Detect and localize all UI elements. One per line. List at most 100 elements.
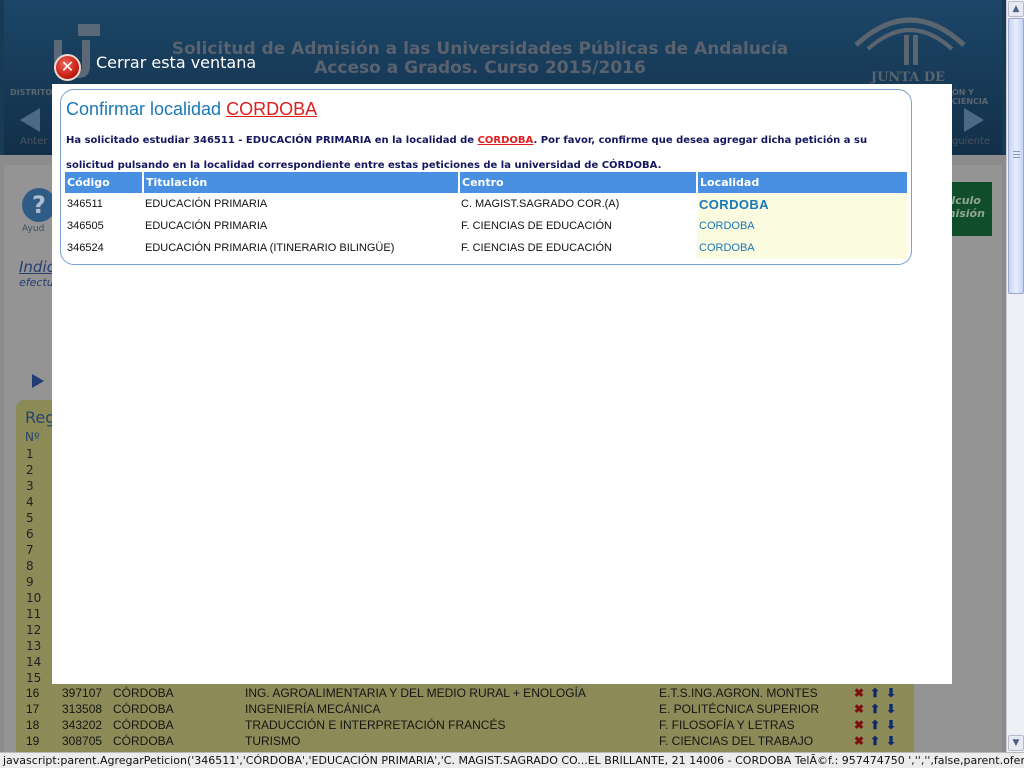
row-locality: CÓRDOBA: [113, 702, 174, 716]
row-num: 18: [26, 718, 40, 732]
junta-andalucia-logo-icon: [854, 17, 966, 65]
row-centro: F. CIENCIAS DEL TRABAJO: [659, 734, 814, 748]
cell-titulacion: EDUCACIÓN PRIMARIA (ITINERARIO BILINGÜE): [145, 242, 395, 254]
row-number: 14: [26, 655, 42, 669]
row-number-list: 1 2 3 4 5 6 7 8 9 10 11 12 13 14 15: [26, 446, 41, 686]
row-title: ING. AGROALIMENTARIA Y DEL MEDIO RURAL +…: [245, 686, 586, 700]
help-icon[interactable]: ?: [22, 188, 56, 222]
table-row: 346505 EDUCACIÓN PRIMARIA F. CIENCIAS DE…: [65, 215, 907, 237]
move-down-icon[interactable]: ⬇: [886, 702, 896, 716]
cell-centro: C. MAGIST.SAGRADO COR.(A): [461, 198, 620, 210]
delete-icon[interactable]: ✖: [854, 686, 864, 700]
request-row: 17 313508 CÓRDOBA INGENIERÍA MECÁNICA E.…: [26, 702, 906, 718]
previous-label[interactable]: Anter: [20, 136, 47, 147]
scroll-down-icon[interactable]: ▼: [1008, 735, 1024, 751]
move-up-icon[interactable]: ⬆: [870, 702, 880, 716]
next-label[interactable]: guiente: [952, 136, 990, 147]
locality-link[interactable]: CORDOBA: [697, 215, 907, 237]
play-arrow-icon[interactable]: [32, 374, 44, 388]
column-header-titulacion: Titulación: [143, 172, 460, 193]
column-header-localidad: Localidad: [697, 172, 907, 193]
confirm-locality-dialog: Confirmar localidad CORDOBA Ha solicitad…: [52, 84, 952, 684]
scroll-up-icon[interactable]: ▲: [1008, 1, 1024, 17]
row-code: 308705: [62, 734, 103, 748]
cell-titulacion: EDUCACIÓN PRIMARIA: [145, 220, 268, 232]
previous-arrow-icon[interactable]: [20, 108, 40, 132]
vertical-scrollbar[interactable]: ▲ ▼: [1006, 0, 1024, 752]
row-number: 11: [26, 607, 42, 621]
indications-subtext: efectu: [19, 276, 54, 289]
request-row: 19 308705 CÓRDOBA TURISMO F. CIENCIAS DE…: [26, 734, 906, 750]
next-arrow-icon[interactable]: [964, 108, 984, 132]
confirm-panel: Confirmar localidad CORDOBA Ha solicitad…: [60, 89, 912, 265]
row-number: 12: [26, 623, 42, 637]
help-label[interactable]: Ayud: [22, 224, 44, 234]
request-row: 18 343202 CÓRDOBA TRADUCCIÓN E INTERPRET…: [26, 718, 906, 734]
row-code: 313508: [62, 702, 103, 716]
row-code: 397107: [62, 686, 103, 700]
request-row: 16 397107 CÓRDOBA ING. AGROALIMENTARIA Y…: [26, 686, 906, 702]
close-window-label[interactable]: Cerrar esta ventana: [96, 53, 256, 72]
row-number: 13: [26, 639, 42, 653]
dialog-title-prefix: Confirmar localidad: [66, 99, 227, 119]
row-number: 1: [26, 447, 34, 461]
scrollbar-thumb[interactable]: [1008, 18, 1024, 294]
row-locality: CÓRDOBA: [113, 734, 174, 748]
row-number: 9: [26, 575, 34, 589]
dialog-message: Ha solicitado estudiar 346511 - EDUCACIÓ…: [66, 128, 896, 178]
delete-icon[interactable]: ✖: [854, 718, 864, 732]
row-number: 6: [26, 527, 34, 541]
row-title: TRADUCCIÓN E INTERPRETACIÓN FRANCÉS: [245, 718, 506, 732]
row-title: INGENIERÍA MECÁNICA: [245, 702, 381, 716]
table-row: 346511 EDUCACIÓN PRIMARIA C. MAGIST.SAGR…: [65, 193, 907, 215]
distrito-label: DISTRITO: [10, 88, 53, 97]
requests-table: Código Titulación Centro Localidad 34651…: [65, 172, 907, 259]
locality-link[interactable]: CORDOBA: [697, 193, 907, 215]
delete-icon[interactable]: ✖: [854, 734, 864, 748]
message-part1: Ha solicitado estudiar 346511 - EDUCACIÓ…: [66, 135, 478, 146]
close-x-icon[interactable]: ✕: [54, 54, 81, 81]
header-right-label: ÓN Y CIENCIA: [952, 88, 989, 106]
column-header-codigo: Código: [65, 172, 144, 193]
message-locality-link[interactable]: CORDOBA: [478, 135, 534, 146]
row-number: 8: [26, 559, 34, 573]
cell-codigo: 346524: [67, 242, 104, 254]
delete-icon[interactable]: ✖: [854, 702, 864, 716]
row-number: 15: [26, 671, 42, 685]
row-number: 10: [26, 591, 42, 605]
row-num: 17: [26, 702, 40, 716]
row-centro: E. POLITÉCNICA SUPERIOR: [659, 702, 820, 716]
row-number: 4: [26, 495, 34, 509]
row-code: 343202: [62, 718, 103, 732]
column-header-centro: Centro: [459, 172, 698, 193]
dialog-title: Confirmar localidad CORDOBA: [66, 99, 317, 120]
row-title: TURISMO: [245, 734, 301, 748]
row-locality: CÓRDOBA: [113, 686, 174, 700]
move-down-icon[interactable]: ⬇: [886, 734, 896, 748]
cell-codigo: 346505: [67, 220, 104, 232]
table-row: 346524 EDUCACIÓN PRIMARIA (ITINERARIO BI…: [65, 237, 907, 259]
row-locality: CÓRDOBA: [113, 718, 174, 732]
dialog-title-locality: CORDOBA: [226, 99, 318, 119]
row-number: 3: [26, 479, 34, 493]
row-number: 5: [26, 511, 34, 525]
row-number: 2: [26, 463, 34, 477]
cell-codigo: 346511: [67, 198, 103, 210]
move-up-icon[interactable]: ⬆: [870, 686, 880, 700]
move-down-icon[interactable]: ⬇: [886, 686, 896, 700]
move-up-icon[interactable]: ⬆: [870, 718, 880, 732]
cell-centro: F. CIENCIAS DE EDUCACIÓN: [461, 242, 612, 254]
move-up-icon[interactable]: ⬆: [870, 734, 880, 748]
indications-link[interactable]: Indic: [19, 258, 55, 276]
cell-centro: F. CIENCIAS DE EDUCACIÓN: [461, 220, 612, 232]
requests-title: Reg: [25, 408, 56, 427]
row-num: 19: [26, 734, 40, 748]
row-centro: F. FILOSOFÍA Y LETRAS: [659, 718, 795, 732]
row-num: 16: [26, 686, 40, 700]
row-number-header: Nº: [25, 430, 40, 444]
table-header-row: Código Titulación Centro Localidad: [65, 172, 907, 193]
locality-link[interactable]: CORDOBA: [697, 237, 907, 259]
move-down-icon[interactable]: ⬇: [886, 718, 896, 732]
cell-titulacion: EDUCACIÓN PRIMARIA: [145, 198, 268, 210]
row-number: 7: [26, 543, 34, 557]
